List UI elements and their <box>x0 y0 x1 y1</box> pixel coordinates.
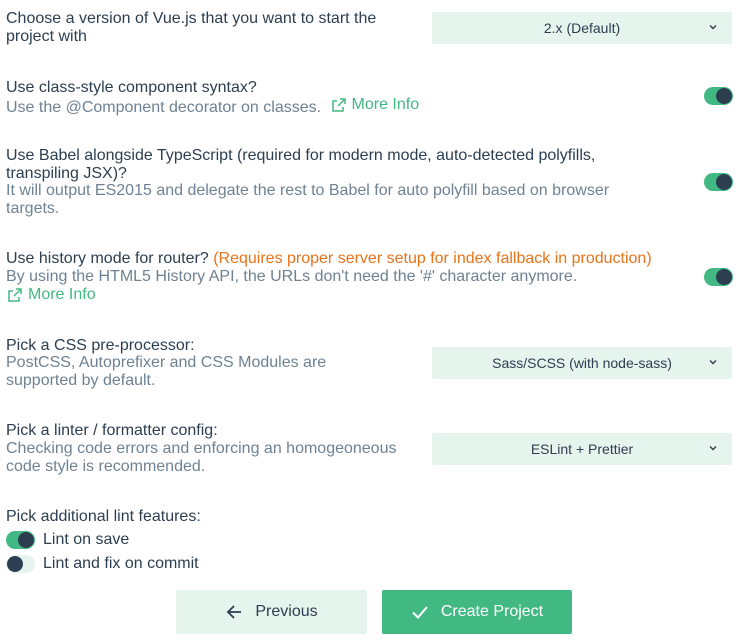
create-project-button-label: Create Project <box>440 603 544 620</box>
vue-version-title: Choose a version of Vue.js that you want… <box>6 10 377 45</box>
lint-on-save-option[interactable]: Lint on save <box>6 531 129 549</box>
lint-features-title: Pick additional lint features: <box>6 508 201 525</box>
css-preprocessor-value: Sass/SCSS (with node-sass) <box>492 355 672 371</box>
history-mode-toggle[interactable] <box>704 268 733 286</box>
external-link-icon <box>331 98 346 112</box>
babel-desc: It will output ES2015 and delegate the r… <box>6 182 610 217</box>
history-mode-title: Use history mode for router? (Requires p… <box>6 250 652 267</box>
chevron-down-icon <box>709 25 717 30</box>
arrow-left-icon <box>227 605 242 619</box>
lint-fix-on-commit-toggle[interactable] <box>6 555 35 573</box>
lint-on-save-toggle[interactable] <box>6 531 35 549</box>
linter-title: Pick a linter / formatter config: <box>6 422 218 439</box>
check-icon <box>412 606 428 619</box>
history-mode-desc: By using the HTML5 History API, the URLs… <box>6 268 578 285</box>
create-project-button[interactable]: Create Project <box>382 590 572 634</box>
class-component-toggle[interactable] <box>704 87 733 105</box>
chevron-down-icon <box>709 360 717 365</box>
lint-fix-on-commit-option[interactable]: Lint and fix on commit <box>6 555 199 573</box>
previous-button-label: Previous <box>255 603 318 620</box>
css-preprocessor-desc: PostCSS, Autoprefixer and CSS Modules ar… <box>6 354 327 389</box>
class-component-title: Use class-style component syntax? <box>6 79 257 96</box>
history-mode-more-info-link[interactable]: More Info <box>8 286 96 304</box>
linter-desc: Checking code errors and enforcing an ho… <box>6 440 397 475</box>
css-preprocessor-select[interactable]: Sass/SCSS (with node-sass) <box>432 347 732 379</box>
toggle-knob <box>7 556 23 572</box>
vue-version-select[interactable]: 2.x (Default) <box>432 12 732 44</box>
project-features-config: Choose a version of Vue.js that you want… <box>0 0 746 643</box>
toggle-knob <box>716 88 732 104</box>
vue-version-value: 2.x (Default) <box>543 20 621 36</box>
linter-select[interactable]: ESLint + Prettier <box>432 433 732 465</box>
external-link-icon <box>8 288 22 302</box>
css-preprocessor-title: Pick a CSS pre-processor: <box>6 337 195 354</box>
history-mode-warning: (Requires proper server setup for index … <box>213 250 652 267</box>
toggle-knob <box>716 174 732 190</box>
class-component-more-info-link[interactable]: More Info <box>331 96 419 114</box>
history-mode-link-row: More Info <box>8 286 96 307</box>
class-component-desc: Use the @Component decorator on classes.… <box>6 96 420 116</box>
toggle-knob <box>716 269 732 285</box>
linter-value: ESLint + Prettier <box>530 441 634 457</box>
babel-title: Use Babel alongside TypeScript (required… <box>6 147 596 182</box>
lint-fix-on-commit-label: Lint and fix on commit <box>43 555 199 572</box>
lint-on-save-label: Lint on save <box>43 531 130 548</box>
chevron-down-icon <box>709 446 717 451</box>
toggle-knob <box>18 532 34 548</box>
previous-button[interactable]: Previous <box>176 590 367 634</box>
babel-toggle[interactable] <box>704 173 733 191</box>
